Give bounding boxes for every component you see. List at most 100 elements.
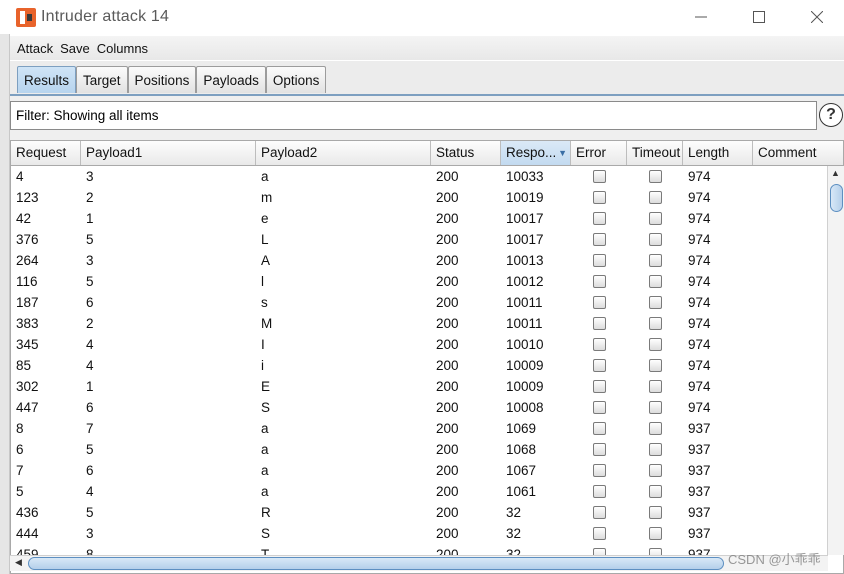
error-checkbox[interactable]	[593, 338, 606, 351]
timeout-checkbox[interactable]	[649, 527, 662, 540]
filter-bar[interactable]: Filter: Showing all items	[10, 101, 817, 130]
tab-target[interactable]: Target	[76, 66, 128, 93]
table-row[interactable]: 85 4 i 200 10009 974	[11, 355, 829, 376]
horizontal-scroll-thumb[interactable]	[28, 557, 724, 570]
table-row[interactable]: 4 3 a 200 10033 974	[11, 166, 829, 187]
table-row[interactable]: 42 1 e 200 10017 974	[11, 208, 829, 229]
menu-columns[interactable]: Columns	[95, 41, 153, 56]
maximize-button[interactable]	[730, 0, 788, 34]
table-row[interactable]: 376 5 L 200 10017 974	[11, 229, 829, 250]
timeout-checkbox[interactable]	[649, 338, 662, 351]
error-checkbox[interactable]	[593, 254, 606, 267]
timeout-checkbox[interactable]	[649, 212, 662, 225]
timeout-checkbox[interactable]	[649, 380, 662, 393]
error-checkbox[interactable]	[593, 506, 606, 519]
timeout-checkbox[interactable]	[649, 464, 662, 477]
horizontal-scrollbar[interactable]: ◀	[10, 555, 828, 571]
error-checkbox[interactable]	[593, 296, 606, 309]
close-button[interactable]	[788, 0, 844, 34]
table-row[interactable]: 116 5 l 200 10012 974	[11, 271, 829, 292]
timeout-checkbox[interactable]	[649, 170, 662, 183]
table-row[interactable]: 8 7 a 200 1069 937	[11, 418, 829, 439]
cell-request: 376	[16, 232, 39, 247]
timeout-checkbox[interactable]	[649, 233, 662, 246]
column-header-request[interactable]: Request	[11, 141, 81, 165]
timeout-checkbox[interactable]	[649, 422, 662, 435]
error-checkbox[interactable]	[593, 191, 606, 204]
scroll-up-icon[interactable]: ▲	[831, 168, 840, 178]
table-row[interactable]: 187 6 s 200 10011 974	[11, 292, 829, 313]
vertical-scrollbar[interactable]: ▲	[827, 166, 844, 555]
cell-payload2: e	[261, 211, 269, 226]
table-row[interactable]: 383 2 M 200 10011 974	[11, 313, 829, 334]
table-row[interactable]: 6 5 a 200 1068 937	[11, 439, 829, 460]
error-checkbox[interactable]	[593, 443, 606, 456]
table-row[interactable]: 444 3 S 200 32 937	[11, 523, 829, 544]
timeout-checkbox[interactable]	[649, 359, 662, 372]
error-checkbox[interactable]	[593, 233, 606, 246]
cell-response: 10017	[506, 232, 544, 247]
tab-payloads[interactable]: Payloads	[196, 66, 266, 93]
error-checkbox[interactable]	[593, 422, 606, 435]
timeout-checkbox[interactable]	[649, 296, 662, 309]
cell-request: 383	[16, 316, 39, 331]
cell-response: 10033	[506, 169, 544, 184]
table-row[interactable]: 7 6 a 200 1067 937	[11, 460, 829, 481]
tab-positions[interactable]: Positions	[127, 66, 197, 93]
timeout-checkbox[interactable]	[649, 191, 662, 204]
column-header-status[interactable]: Status	[431, 141, 501, 165]
timeout-checkbox[interactable]	[649, 506, 662, 519]
timeout-checkbox[interactable]	[649, 254, 662, 267]
menu-attack[interactable]: Attack	[10, 41, 58, 56]
table-row[interactable]: 264 3 A 200 10013 974	[11, 250, 829, 271]
timeout-checkbox[interactable]	[649, 401, 662, 414]
cell-payload1: 6	[86, 295, 94, 310]
vertical-scroll-thumb[interactable]	[830, 184, 843, 212]
minimize-button[interactable]	[672, 0, 730, 34]
scroll-left-icon[interactable]: ◀	[15, 557, 22, 568]
cell-payload1: 6	[86, 400, 94, 415]
error-checkbox[interactable]	[593, 380, 606, 393]
error-checkbox[interactable]	[593, 464, 606, 477]
error-checkbox[interactable]	[593, 485, 606, 498]
timeout-checkbox[interactable]	[649, 317, 662, 330]
cell-request: 345	[16, 337, 39, 352]
table-row[interactable]: 5 4 a 200 1061 937	[11, 481, 829, 502]
title-bar[interactable]: Intruder attack 14	[0, 0, 844, 34]
table-row[interactable]: 302 1 E 200 10009 974	[11, 376, 829, 397]
tab-results[interactable]: Results	[17, 66, 77, 93]
error-checkbox[interactable]	[593, 212, 606, 225]
column-header-payload2[interactable]: Payload2	[256, 141, 431, 165]
column-header-timeout[interactable]: Timeout	[627, 141, 683, 165]
cell-length: 974	[688, 274, 711, 289]
table-row[interactable]: 123 2 m 200 10019 974	[11, 187, 829, 208]
column-header-error[interactable]: Error	[571, 141, 627, 165]
background-window-edge	[0, 34, 10, 574]
column-header-response[interactable]: Respo... ▼	[501, 141, 571, 165]
error-checkbox[interactable]	[593, 170, 606, 183]
column-header-length[interactable]: Length	[683, 141, 753, 165]
cell-request: 447	[16, 400, 39, 415]
error-checkbox[interactable]	[593, 317, 606, 330]
sort-descending-icon: ▼	[558, 148, 567, 158]
cell-response: 32	[506, 505, 522, 520]
timeout-checkbox[interactable]	[649, 443, 662, 456]
error-checkbox[interactable]	[593, 527, 606, 540]
help-button[interactable]: ?	[819, 103, 843, 127]
error-checkbox[interactable]	[593, 359, 606, 372]
timeout-checkbox[interactable]	[649, 275, 662, 288]
cell-payload2: S	[261, 400, 271, 415]
timeout-checkbox[interactable]	[649, 485, 662, 498]
column-header-comment[interactable]: Comment	[753, 141, 843, 165]
error-checkbox[interactable]	[593, 401, 606, 414]
column-header-payload1[interactable]: Payload1	[81, 141, 256, 165]
table-row[interactable]: 447 6 S 200 10008 974	[11, 397, 829, 418]
error-checkbox[interactable]	[593, 275, 606, 288]
table-row[interactable]: 436 5 R 200 32 937	[11, 502, 829, 523]
menu-save[interactable]: Save	[58, 41, 95, 56]
cell-request: 264	[16, 253, 39, 268]
cell-response: 10012	[506, 274, 544, 289]
table-row[interactable]: 345 4 I 200 10010 974	[11, 334, 829, 355]
cell-status: 200	[436, 421, 459, 436]
tab-options[interactable]: Options	[265, 66, 327, 93]
